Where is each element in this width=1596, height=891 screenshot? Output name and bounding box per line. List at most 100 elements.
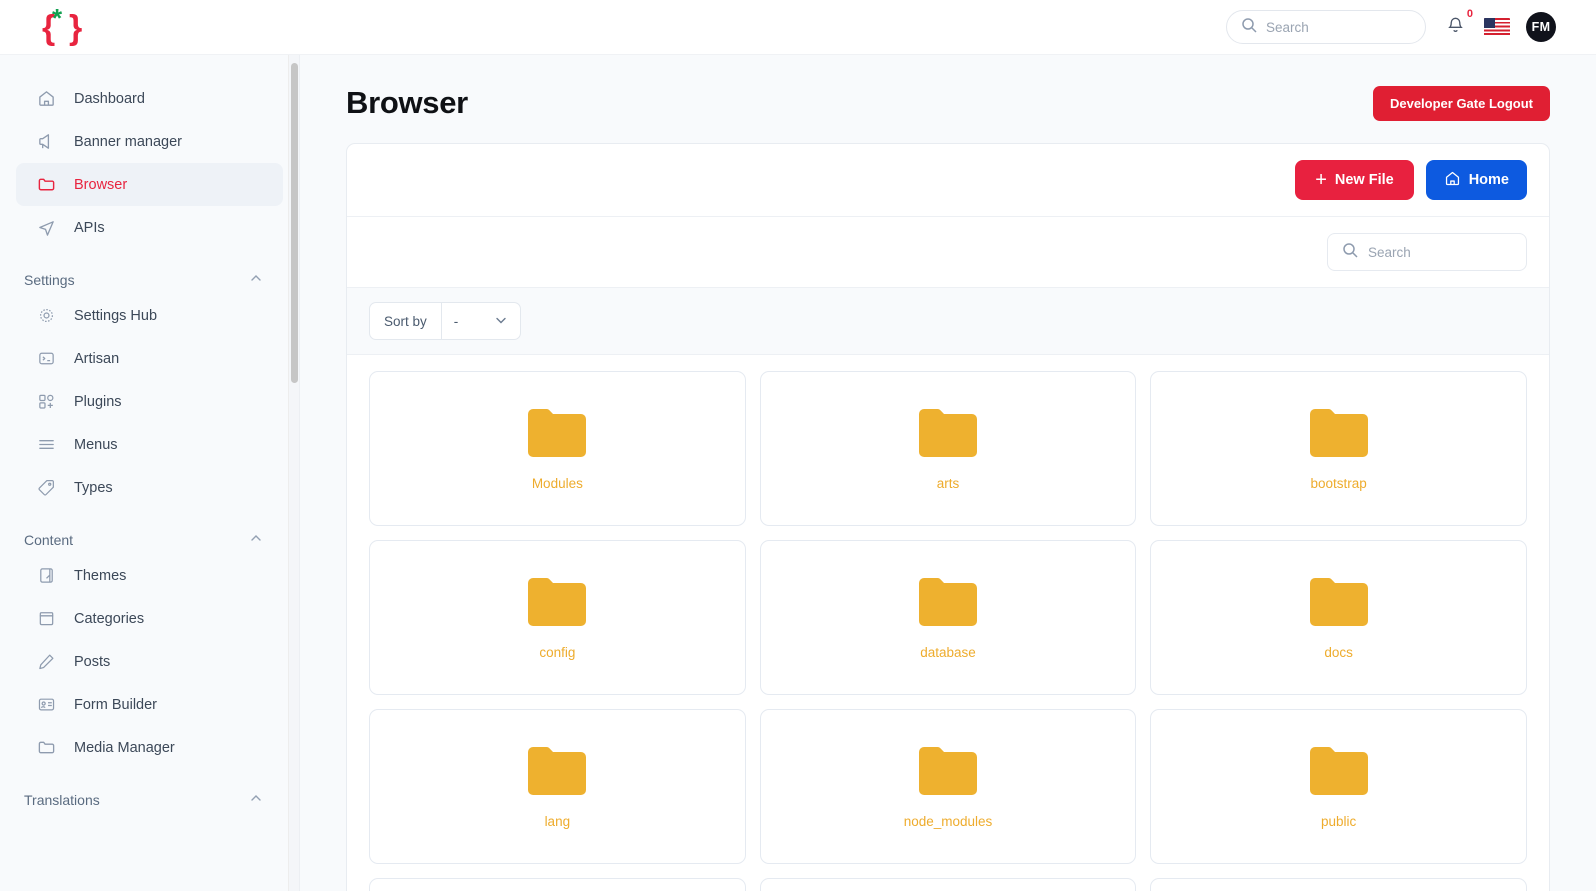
sidebar-item-settings-hub[interactable]: Settings Hub [16,294,283,337]
browser-search-row: Search [347,217,1549,288]
sidebar-item-label: Categories [74,611,144,627]
sort-control: Sort by - [369,302,521,340]
new-file-label: New File [1335,172,1394,188]
sidebar-item-browser[interactable]: Browser [16,163,283,206]
file-name: Modules [532,476,583,491]
search-icon [1342,242,1358,263]
notifications-button[interactable]: 0 [1442,12,1468,42]
sidebar-item-label: Media Manager [74,740,175,756]
folder-icon [36,737,57,758]
sidebar-item-types[interactable]: Types [16,466,283,509]
plus-icon: + [1315,170,1327,190]
svg-text:}: } [69,9,82,47]
file-card[interactable]: lang [369,709,746,864]
file-card[interactable]: docs [1150,540,1527,695]
terminal-icon [36,348,57,369]
brand-logo[interactable]: { } * [0,7,300,47]
global-search-placeholder: Search [1266,20,1309,35]
file-name: docs [1324,645,1353,660]
sidebar-item-dashboard[interactable]: Dashboard [16,77,283,120]
folder-icon [915,744,981,798]
sidebar-item-menus[interactable]: Menus [16,423,283,466]
file-name: lang [545,814,571,829]
file-card[interactable]: bootstrap [1150,371,1527,526]
us-flag-icon[interactable] [1484,18,1510,36]
app-body: Dashboard Banner manager [0,55,1596,891]
sidebar-item-media-manager[interactable]: Media Manager [16,726,283,769]
sidebar-item-posts[interactable]: Posts [16,640,283,683]
folder-icon [524,406,590,460]
file-name: public [1321,814,1356,829]
megaphone-icon [36,131,57,152]
pencil-icon [36,651,57,672]
sidebar-item-apis[interactable]: APIs [16,206,283,249]
gear-icon [36,305,57,326]
page-header: Browser Developer Gate Logout [346,85,1550,121]
avatar[interactable]: FM [1526,12,1556,42]
file-name: arts [937,476,960,491]
id-card-icon [36,694,57,715]
sidebar-scrollbar-thumb[interactable] [291,63,298,383]
file-card[interactable] [760,878,1137,891]
home-icon [36,88,57,109]
chevron-down-icon [494,313,508,330]
sidebar-item-artisan[interactable]: Artisan [16,337,283,380]
sidebar-item-form-builder[interactable]: Form Builder [16,683,283,726]
sidebar-item-label: Dashboard [74,91,145,107]
sidebar-item-label: Browser [74,177,127,193]
sort-bar: Sort by - [347,288,1549,355]
file-card[interactable]: Modules [369,371,746,526]
developer-gate-logout-button[interactable]: Developer Gate Logout [1373,86,1550,121]
sidebar-item-label: Settings Hub [74,308,157,324]
folder-icon [524,575,590,629]
sidebar-item-label: Menus [74,437,118,453]
sidebar-item-banner-manager[interactable]: Banner manager [16,120,283,163]
sidebar-item-themes[interactable]: Themes [16,554,283,597]
file-name: config [539,645,575,660]
sidebar-item-label: Plugins [74,394,122,410]
bell-icon [1446,15,1465,39]
sidebar-group-content[interactable]: Content [24,531,263,548]
sidebar-group-settings[interactable]: Settings [24,271,263,288]
sidebar-group-title: Translations [24,792,100,808]
search-icon [1241,17,1257,38]
curly-braces-asterisk-logo-icon: { } * [40,7,84,47]
file-card[interactable]: node_modules [760,709,1137,864]
folder-icon [1306,575,1372,629]
sidebar-item-label: Themes [74,568,126,584]
home-icon [1444,170,1461,191]
file-name: database [920,645,976,660]
new-file-button[interactable]: + New File [1295,160,1414,200]
sidebar-item-label: Types [74,480,113,496]
sidebar-group-title: Settings [24,272,75,288]
sidebar-scrollbar[interactable] [288,55,299,891]
sidebar-item-label: Posts [74,654,110,670]
folder-icon [1306,406,1372,460]
home-button[interactable]: Home [1426,160,1527,200]
browser-search-input[interactable]: Search [1327,233,1527,271]
file-card[interactable]: public [1150,709,1527,864]
sort-selected-value: - [454,314,459,329]
app-root: { } * Search [0,0,1596,891]
sidebar-group-translations[interactable]: Translations [24,791,263,808]
sort-select[interactable]: - [442,303,520,339]
palette-icon [36,565,57,586]
file-grid: Modules arts bootstrap [347,355,1549,891]
top-bar-actions: Search 0 FM [1226,10,1596,44]
chevron-up-icon [249,271,263,288]
file-card[interactable] [1150,878,1527,891]
sidebar-item-label: APIs [74,220,105,236]
file-card[interactable]: config [369,540,746,695]
browser-search-placeholder: Search [1368,245,1411,260]
sidebar-group-title: Content [24,532,73,548]
chevron-up-icon [249,531,263,548]
global-search-input[interactable]: Search [1226,10,1426,44]
file-card[interactable]: database [760,540,1137,695]
notification-count-badge: 0 [1467,9,1473,20]
sidebar-item-plugins[interactable]: Plugins [16,380,283,423]
sidebar-item-label: Artisan [74,351,119,367]
sidebar-item-categories[interactable]: Categories [16,597,283,640]
file-card[interactable] [369,878,746,891]
file-card[interactable]: arts [760,371,1137,526]
main-content: Browser Developer Gate Logout + New File [300,55,1596,891]
